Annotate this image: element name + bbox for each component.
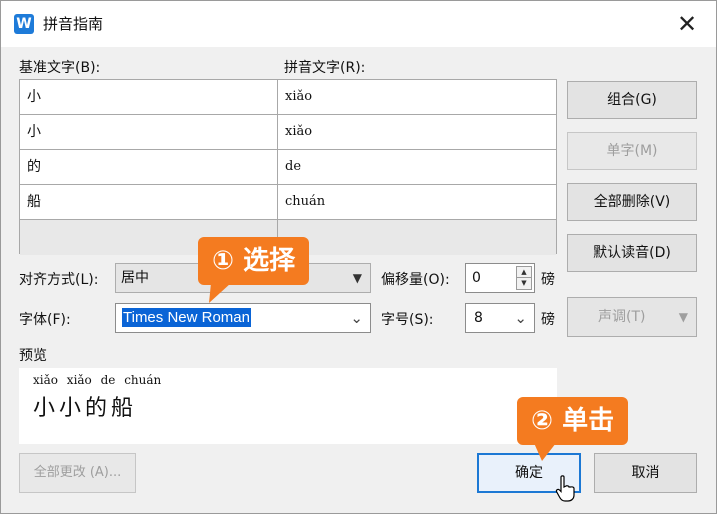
- pinyin-guide-dialog: W 拼音指南 ✕ 基准文字(B): 拼音文字(R): 小 xiǎo 小 xiǎo…: [0, 0, 717, 514]
- close-button[interactable]: ✕: [667, 9, 707, 39]
- offset-label: 偏移量(O):: [381, 272, 450, 288]
- offset-unit: 磅: [541, 272, 555, 288]
- base-text-label: 基准文字(B):: [19, 60, 101, 76]
- tone-dropdown[interactable]: 声调(T) ▼: [567, 297, 697, 337]
- spin-down-icon[interactable]: ▼: [517, 278, 531, 289]
- wps-writer-icon: W: [14, 14, 34, 34]
- base-text-cell[interactable]: 的: [20, 150, 278, 184]
- group-button[interactable]: 组合(G): [567, 81, 697, 119]
- font-selected-text: Times New Roman: [122, 308, 251, 327]
- grid-row: 小 xiǎo: [20, 115, 556, 150]
- pinyin-text-label: 拼音文字(R):: [284, 60, 366, 76]
- base-text-cell[interactable]: 小: [20, 115, 278, 149]
- pinyin-text-cell: [278, 220, 556, 254]
- chevron-down-icon: ⌄: [514, 309, 527, 327]
- size-dropdown[interactable]: 8 ⌄: [465, 303, 535, 333]
- dialog-title: 拼音指南: [43, 15, 104, 33]
- delete-all-button[interactable]: 全部删除(V): [567, 183, 697, 221]
- callout-pointer-icon: [534, 443, 556, 461]
- pinyin-grid: 小 xiǎo 小 xiǎo 的 de 船 chuán: [19, 79, 557, 255]
- default-reading-button[interactable]: 默认读音(D): [567, 234, 697, 272]
- align-value: 居中: [121, 270, 149, 286]
- tone-label: 声调(T): [598, 309, 646, 325]
- callout-pointer-icon: [209, 283, 231, 303]
- hand-cursor-icon: [555, 475, 575, 502]
- preview-pane: xiǎo xiǎo de chuán 小小的船: [19, 368, 557, 444]
- step1-callout: ① 选择: [198, 237, 310, 285]
- single-char-button[interactable]: 单字(M): [567, 132, 697, 170]
- offset-spinner[interactable]: 0 ▲ ▼: [465, 263, 535, 293]
- preview-label: 预览: [19, 348, 47, 364]
- caret-down-icon: ▼: [352, 271, 362, 285]
- cancel-button[interactable]: 取消: [594, 453, 697, 493]
- align-label: 对齐方式(L):: [19, 272, 99, 288]
- spin-up-icon[interactable]: ▲: [517, 267, 531, 278]
- size-unit: 磅: [541, 312, 555, 328]
- pinyin-text-cell[interactable]: xiǎo: [278, 80, 556, 114]
- size-value: 8: [474, 310, 483, 326]
- pinyin-text-cell[interactable]: chuán: [278, 185, 556, 219]
- base-text-cell[interactable]: 小: [20, 80, 278, 114]
- pinyin-text-cell[interactable]: de: [278, 150, 556, 184]
- offset-value: 0: [472, 270, 481, 286]
- step2-callout: ② 单击: [517, 397, 629, 445]
- size-label: 字号(S):: [381, 312, 434, 328]
- grid-row: 的 de: [20, 150, 556, 185]
- preview-hanzi: 小小的船: [33, 396, 138, 421]
- base-text-cell[interactable]: 船: [20, 185, 278, 219]
- grid-row: 船 chuán: [20, 185, 556, 220]
- chevron-down-icon: ⌄: [350, 309, 363, 327]
- grid-row: 小 xiǎo: [20, 80, 556, 115]
- caret-down-icon: ▼: [678, 310, 688, 324]
- change-all-button[interactable]: 全部更改 (A)...: [19, 453, 136, 493]
- spinner-buttons: ▲ ▼: [516, 266, 532, 290]
- pinyin-text-cell[interactable]: xiǎo: [278, 115, 556, 149]
- font-dropdown[interactable]: Times New Roman ⌄: [115, 303, 371, 333]
- font-label: 字体(F):: [19, 312, 71, 328]
- preview-pinyin: xiǎo xiǎo de chuán: [33, 373, 162, 387]
- font-value: Times New Roman: [122, 304, 251, 332]
- title-bar: W 拼音指南 ✕: [1, 1, 716, 47]
